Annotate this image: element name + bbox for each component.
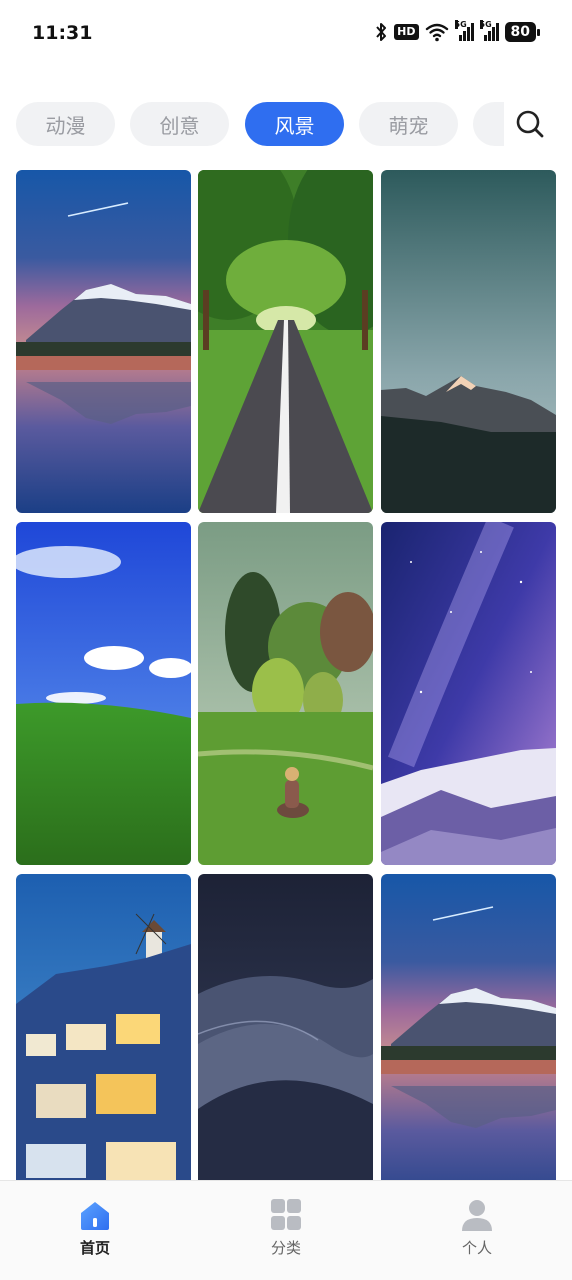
wallpaper-tile[interactable] bbox=[198, 522, 373, 865]
tab-anime[interactable]: 动漫 bbox=[16, 102, 115, 146]
tab-creative[interactable]: 创意 bbox=[130, 102, 229, 146]
nav-category[interactable]: 分类 bbox=[226, 1199, 346, 1258]
nav-home-label: 首页 bbox=[79, 1239, 110, 1257]
nav-home[interactable]: 首页 bbox=[35, 1199, 155, 1258]
nav-category-label: 分类 bbox=[270, 1239, 301, 1257]
wallpaper-tile[interactable] bbox=[198, 170, 373, 513]
battery-indicator: 80 bbox=[504, 22, 541, 42]
wallpaper-tile[interactable] bbox=[198, 874, 373, 1180]
status-time: 11:31 bbox=[32, 22, 93, 44]
bottom-nav: 首页 分类 个人 bbox=[0, 1180, 572, 1280]
tab-more[interactable] bbox=[473, 102, 504, 146]
status-icons: HD 5G 5G 80 bbox=[374, 20, 541, 42]
nav-profile[interactable]: 个人 bbox=[417, 1199, 537, 1258]
cell-signal-icon: 5G bbox=[454, 20, 474, 41]
category-tabs: 动漫 创意 风景 萌宠 bbox=[0, 100, 572, 148]
status-bar: 11:31 HD 5G 5G 80 bbox=[0, 0, 572, 70]
hd-badge: HD bbox=[394, 24, 419, 40]
home-icon bbox=[81, 1202, 109, 1230]
search-icon[interactable] bbox=[514, 108, 546, 140]
wallpaper-tile[interactable] bbox=[16, 874, 191, 1180]
wallpaper-tile[interactable] bbox=[16, 522, 191, 865]
bluetooth-icon bbox=[376, 23, 387, 41]
tabs-track: 动漫 创意 风景 萌宠 bbox=[16, 102, 504, 146]
wallpaper-tile[interactable] bbox=[381, 522, 556, 865]
wallpaper-grid bbox=[16, 170, 557, 1180]
wifi-icon bbox=[425, 23, 448, 42]
tab-pets[interactable]: 萌宠 bbox=[359, 102, 458, 146]
tab-scenery[interactable]: 风景 bbox=[245, 102, 344, 146]
category-grid-icon bbox=[271, 1199, 301, 1230]
wallpaper-tile[interactable] bbox=[381, 170, 556, 513]
wallpaper-tile[interactable] bbox=[381, 874, 556, 1180]
cell-signal-icon: 5G bbox=[479, 20, 499, 41]
wallpaper-tile[interactable] bbox=[16, 170, 191, 513]
nav-profile-label: 个人 bbox=[461, 1239, 492, 1257]
person-icon bbox=[462, 1200, 492, 1231]
